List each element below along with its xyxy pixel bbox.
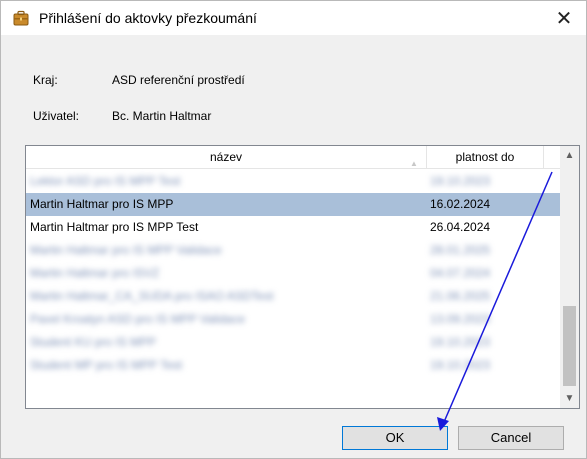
- cancel-button[interactable]: Cancel: [458, 426, 564, 450]
- list-header: název ▲ platnost do: [26, 146, 560, 169]
- row-name: Lektor ASD pro IS MPP Test: [30, 174, 181, 188]
- row-valid-until: 19.10.2023: [430, 358, 491, 372]
- row-name: Martin Haltmar pro ISVZ: [30, 266, 160, 280]
- user-label: Uživatel:: [33, 109, 80, 123]
- ok-button[interactable]: OK: [342, 426, 448, 450]
- briefcase-icon: [13, 10, 29, 26]
- row-name: Martin Haltmar pro IS MPP: [30, 197, 174, 211]
- row-name: Student MP pro IS MPP Test: [30, 358, 183, 372]
- region-value: ASD referenční prostředí: [112, 73, 245, 87]
- user-value: Bc. Martin Haltmar: [112, 109, 212, 123]
- vertical-scrollbar[interactable]: ▲ ▼: [560, 146, 579, 408]
- row-valid-until: 13.09.2023: [430, 312, 491, 326]
- row-name: Martin Haltmar pro IS MPP Validace: [30, 243, 222, 257]
- row-valid-until: 28.01.2025: [430, 243, 491, 257]
- table-row[interactable]: Martin Haltmar pro ISVZ 04.07.2024: [26, 262, 560, 285]
- column-header-name[interactable]: název ▲: [26, 146, 427, 168]
- scroll-up-icon[interactable]: ▲: [560, 147, 579, 164]
- row-name: Student KU pro IS MPP: [30, 335, 157, 349]
- row-valid-until: 21.06.2025: [430, 289, 491, 303]
- table-row[interactable]: Student KU pro IS MPP 19.10.2023: [26, 331, 560, 354]
- scrollbar-thumb[interactable]: [563, 306, 576, 386]
- briefcase-list[interactable]: název ▲ platnost do Lektor ASD pro IS MP…: [25, 145, 580, 409]
- close-button[interactable]: ✕: [542, 1, 586, 35]
- table-row[interactable]: Martin Haltmar_CA_SUDA pro ISAO ASDTest 2…: [26, 285, 560, 308]
- title-bar: Přihlášení do aktovky přezkoumání ✕: [1, 1, 586, 35]
- row-valid-until: 19.10.2023: [430, 335, 491, 349]
- row-valid-until: 26.04.2024: [430, 220, 491, 234]
- row-name: Martin Haltmar pro IS MPP Test: [30, 220, 199, 234]
- row-valid-until: 04.07.2024: [430, 266, 491, 280]
- table-row[interactable]: Lektor ASD pro IS MPP Test 19.10.2023: [26, 170, 560, 193]
- row-name: Pavel Kroatyn ASD pro IS MPP Validace: [30, 312, 245, 326]
- dialog-title: Přihlášení do aktovky přezkoumání: [39, 10, 257, 26]
- table-row[interactable]: Pavel Kroatyn ASD pro IS MPP Validace 13.…: [26, 308, 560, 331]
- column-header-name-label: název: [209, 150, 243, 164]
- region-label: Kraj:: [33, 73, 58, 87]
- row-name: Martin Haltmar_CA_SUDA pro ISAO ASDTest: [30, 289, 274, 303]
- close-icon: ✕: [555, 7, 573, 30]
- table-row[interactable]: Martin Haltmar pro IS MPP 16.02.2024: [26, 193, 560, 216]
- row-valid-until: 16.02.2024: [430, 197, 491, 211]
- column-header-valid-until[interactable]: platnost do: [427, 146, 544, 168]
- login-dialog: Přihlášení do aktovky přezkoumání ✕ Kraj…: [0, 0, 587, 459]
- table-row[interactable]: Martin Haltmar pro IS MPP Test 26.04.2024: [26, 216, 560, 239]
- scroll-down-icon[interactable]: ▼: [560, 390, 579, 407]
- table-row[interactable]: Student MP pro IS MPP Test 19.10.2023: [26, 354, 560, 377]
- table-row[interactable]: Martin Haltmar pro IS MPP Validace 28.01.…: [26, 239, 560, 262]
- row-valid-until: 19.10.2023: [430, 174, 491, 188]
- column-header-valid-until-label: platnost do: [455, 150, 515, 164]
- list-rows: Lektor ASD pro IS MPP Test 19.10.2023 Mart…: [26, 170, 560, 377]
